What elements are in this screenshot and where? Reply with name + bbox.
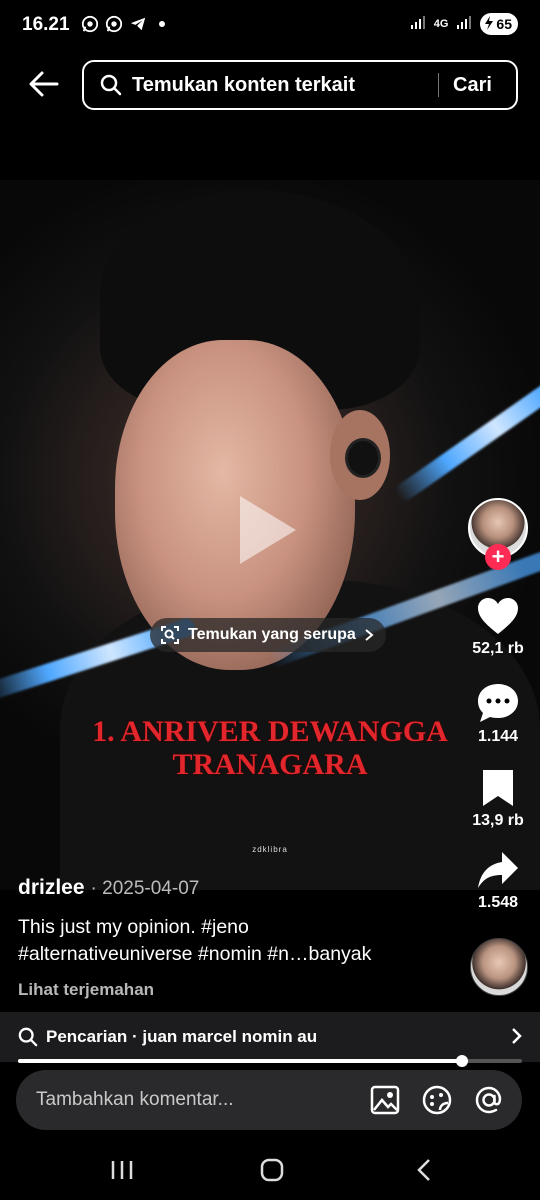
- search-box[interactable]: Cari: [82, 60, 518, 110]
- signal-icon-2: [456, 14, 472, 35]
- music-sound-avatar[interactable]: [470, 938, 528, 996]
- notification-icons: [80, 14, 172, 34]
- system-navigation-bar: [0, 1140, 540, 1200]
- battery-indicator: 65: [480, 13, 518, 35]
- comment-bubble-icon[interactable]: [476, 682, 520, 724]
- video-overlay-title-line1: 1. ANRIVER DEWANGGA: [92, 715, 448, 748]
- comment-bar: [16, 1070, 522, 1130]
- chevron-right-icon: [512, 1028, 522, 1044]
- like-count: 52,1 rb: [472, 640, 524, 657]
- signal-icon: [410, 14, 426, 35]
- video-progress-thumb[interactable]: [455, 1055, 468, 1067]
- play-icon[interactable]: [240, 496, 296, 564]
- post-author-row: drizlee · 2025-04-07: [18, 876, 199, 900]
- username[interactable]: drizlee: [18, 876, 85, 900]
- heart-icon[interactable]: [476, 596, 520, 636]
- chevron-left-icon: [417, 1159, 430, 1181]
- post-caption[interactable]: This just my opinion. #jeno #alternative…: [18, 914, 458, 968]
- caption-line-1: This just my opinion. #jeno: [18, 916, 249, 938]
- video-progress-fill: [18, 1059, 462, 1063]
- find-similar-label: Temukan yang serupa: [188, 626, 356, 643]
- search-submit-button[interactable]: Cari: [453, 74, 492, 97]
- save-action[interactable]: 13,9 rb: [466, 768, 530, 830]
- status-bar: 16.21 4G 65: [0, 0, 540, 50]
- like-action[interactable]: 52,1 rb: [466, 596, 530, 658]
- more-notifications-dot-icon: [152, 14, 172, 34]
- caption-line-2: #alternativeuniverse #nomin #n…banyak: [18, 943, 372, 965]
- chevron-right-icon: [365, 629, 374, 641]
- bookmark-icon[interactable]: [481, 768, 515, 808]
- image-icon: [370, 1085, 400, 1115]
- video-overlay-title-line2: TRANAGARA: [172, 748, 368, 781]
- search-input[interactable]: [132, 73, 432, 97]
- find-similar-button[interactable]: Temukan yang serupa: [150, 618, 386, 652]
- video-watermark: zdklibra: [252, 845, 288, 854]
- video-figure-earpiece: [345, 438, 381, 478]
- whatsapp-icon: [80, 14, 100, 34]
- video-progress-bar[interactable]: [18, 1055, 522, 1067]
- search-icon: [18, 1027, 38, 1047]
- status-time: 16.21: [22, 14, 70, 35]
- search-icon: [100, 74, 122, 96]
- charging-icon: [484, 15, 494, 33]
- back-button[interactable]: [26, 66, 62, 102]
- system-status: 4G 65: [410, 13, 518, 35]
- save-count: 13,9 rb: [472, 812, 524, 829]
- telegram-icon: [128, 14, 148, 34]
- battery-level: 65: [496, 16, 512, 32]
- home-icon: [260, 1158, 284, 1182]
- video-player[interactable]: Temukan yang serupa 1. ANRIVER DEWANGGA …: [0, 180, 540, 890]
- recent-apps-button[interactable]: [102, 1154, 142, 1186]
- see-translation-link[interactable]: Lihat terjemahan: [18, 980, 154, 1000]
- follow-button[interactable]: +: [485, 544, 511, 570]
- comment-input[interactable]: [36, 1089, 356, 1111]
- comment-action[interactable]: 1.144: [466, 682, 530, 746]
- post-date: · 2025-04-07: [90, 878, 200, 899]
- emoji-icon: [422, 1085, 452, 1115]
- network-type: 4G: [433, 18, 449, 30]
- home-button[interactable]: [252, 1154, 292, 1186]
- image-button[interactable]: [368, 1083, 402, 1117]
- mention-button[interactable]: [472, 1083, 506, 1117]
- light-streak: [392, 374, 540, 504]
- share-arrow-icon[interactable]: [476, 850, 520, 890]
- recent-apps-icon: [111, 1161, 133, 1179]
- comment-count: 1.144: [477, 728, 519, 745]
- arrow-left-icon: [29, 71, 59, 97]
- related-search-label: Pencarian · juan marcel nomin au: [46, 1027, 318, 1046]
- share-action[interactable]: 1.548: [466, 850, 530, 912]
- creator-avatar-group[interactable]: +: [466, 498, 530, 570]
- search-divider: [438, 73, 439, 97]
- at-sign-icon: [475, 1086, 502, 1114]
- video-overlay-title: 1. ANRIVER DEWANGGA TRANAGARA: [0, 715, 540, 781]
- share-count: 1.548: [477, 894, 519, 911]
- system-back-button[interactable]: [404, 1154, 444, 1186]
- visual-search-icon: [161, 626, 179, 644]
- emoji-button[interactable]: [420, 1083, 454, 1117]
- whatsapp-business-icon: [104, 14, 124, 34]
